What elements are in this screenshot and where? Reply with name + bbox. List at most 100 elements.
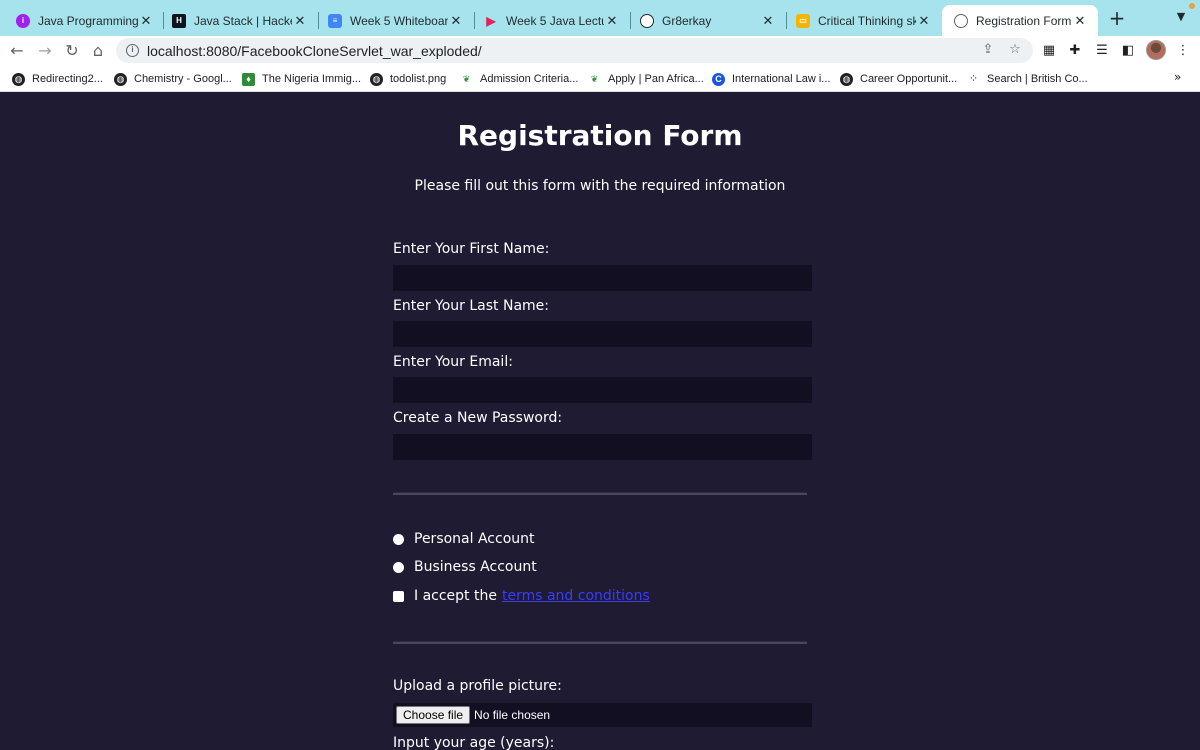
age-label: Input your age (years): xyxy=(393,735,555,750)
bookmark-item[interactable]: ◍ todolist.png xyxy=(370,71,446,87)
terms-row: I accept the terms and conditions xyxy=(393,588,650,604)
close-icon[interactable]: ✕ xyxy=(138,13,154,29)
bookmark-label: todolist.png xyxy=(390,73,447,85)
globe-icon: ◍ xyxy=(370,72,383,86)
bookmark-star-icon[interactable]: ☆ xyxy=(1007,42,1023,58)
extensions-puzzle-icon[interactable]: ✚ xyxy=(1066,42,1084,60)
password-label: Create a New Password: xyxy=(393,410,563,426)
info-icon[interactable]: i xyxy=(126,44,139,57)
bookmark-item[interactable]: ◍ Career Opportunit... xyxy=(840,71,957,87)
browser-toolbar: ← → ↻ ⌂ i localhost:8080/FacebookCloneSe… xyxy=(0,36,1200,65)
divider xyxy=(393,492,807,495)
tab-java-stack[interactable]: H Java Stack | HackerRa ✕ xyxy=(160,5,318,36)
business-account-label: Business Account xyxy=(414,559,537,575)
qr-code-icon[interactable]: ▦ xyxy=(1040,42,1058,60)
close-icon[interactable]: ✕ xyxy=(448,13,464,29)
terms-link[interactable]: terms and conditions xyxy=(502,588,650,604)
tab-gr8erkay[interactable]: Gr8erkay ✕ xyxy=(628,5,786,36)
coat-of-arms-icon: ♦ xyxy=(242,72,255,86)
bookmark-label: Apply | Pan Africa... xyxy=(608,73,704,85)
bookmark-label: Search | British Co... xyxy=(987,73,1088,85)
tab-title: Java Stack | HackerRa xyxy=(194,13,292,28)
bookmark-item[interactable]: ◍ Chemistry - Googl... xyxy=(114,71,232,87)
profile-picture-input[interactable]: Choose file No file chosen xyxy=(393,703,812,727)
close-icon[interactable]: ✕ xyxy=(604,13,620,29)
business-account-radio[interactable] xyxy=(393,561,404,573)
bookmark-label: The Nigeria Immig... xyxy=(262,73,362,85)
tab-whiteboarding[interactable]: ≡ Week 5 Whiteboarding ✕ xyxy=(316,5,474,36)
address-bar[interactable]: i localhost:8080/FacebookCloneServlet_wa… xyxy=(116,38,1033,63)
divider xyxy=(393,641,807,644)
page-title: Registration Form xyxy=(457,119,743,152)
close-icon[interactable]: ✕ xyxy=(1072,13,1088,29)
home-icon[interactable]: ⌂ xyxy=(87,40,109,62)
personal-account-label: Personal Account xyxy=(414,531,535,547)
new-tab-button[interactable]: + xyxy=(1106,8,1128,30)
choose-file-button[interactable]: Choose file xyxy=(396,706,471,724)
bookmark-label: Admission Criteria... xyxy=(480,73,579,85)
share-icon[interactable]: ⇪ xyxy=(980,42,996,58)
account-type-business[interactable]: Business Account xyxy=(393,559,537,575)
tab-registration-form[interactable]: Registration Form ✕ xyxy=(942,5,1098,36)
bookmark-label: Chemistry - Googl... xyxy=(134,73,232,85)
bookmark-item[interactable]: ❦ Apply | Pan Africa... xyxy=(588,71,704,87)
bookmarks-bar: ◍ Redirecting2... ◍ Chemistry - Googl...… xyxy=(0,65,1200,92)
bookmark-item[interactable]: ♦ The Nigeria Immig... xyxy=(242,71,361,87)
github-icon xyxy=(640,13,654,28)
play-icon: ▶ xyxy=(486,13,496,28)
tab-critical-thinking[interactable]: ▭ Critical Thinking skills ✕ xyxy=(784,5,942,36)
bookmark-item[interactable]: C International Law i... xyxy=(712,71,830,87)
bookmark-label: Redirecting2... xyxy=(32,73,103,85)
google-docs-icon: ≡ xyxy=(328,13,342,28)
last-name-label: Enter Your Last Name: xyxy=(393,298,549,314)
leaf-icon: ❦ xyxy=(590,73,599,84)
tab-title: Java Programming Ma xyxy=(38,13,138,28)
close-icon[interactable]: ✕ xyxy=(292,13,308,29)
password-field[interactable] xyxy=(393,434,812,460)
back-icon[interactable]: ← xyxy=(6,40,28,62)
reading-list-icon[interactable]: ☰ xyxy=(1093,42,1111,60)
personal-account-radio[interactable] xyxy=(393,533,404,545)
upload-label: Upload a profile picture: xyxy=(393,678,562,694)
terms-checkbox[interactable] xyxy=(393,590,404,602)
tab-title: Gr8erkay xyxy=(662,13,712,28)
tab-title: Week 5 Java Lecture xyxy=(506,13,604,28)
first-name-field[interactable] xyxy=(393,265,812,291)
bookmark-label: International Law i... xyxy=(732,73,831,85)
tab-title: Critical Thinking skills xyxy=(818,13,916,28)
tab-bar: i Java Programming Ma ✕ H Java Stack | H… xyxy=(0,0,1200,36)
reload-icon[interactable]: ↻ xyxy=(61,40,83,62)
avatar[interactable] xyxy=(1146,40,1166,60)
bookmarks-overflow-icon[interactable]: » xyxy=(1174,70,1181,84)
close-icon[interactable]: ✕ xyxy=(916,13,932,29)
bookmark-item[interactable]: ❦ Admission Criteria... xyxy=(460,71,579,87)
terms-prefix: I accept the xyxy=(414,588,497,604)
first-name-label: Enter Your First Name: xyxy=(393,241,550,257)
tab-java-lecture[interactable]: ▶ Week 5 Java Lecture ✕ xyxy=(472,5,630,36)
close-icon[interactable]: ✕ xyxy=(760,13,776,29)
registration-page: Registration Form Please fill out this f… xyxy=(0,93,1200,750)
recording-indicator xyxy=(1189,3,1195,9)
purple-circle-icon: i xyxy=(16,13,30,28)
tab-title: Week 5 Whiteboarding xyxy=(350,13,448,28)
bookmark-item[interactable]: ◍ Redirecting2... xyxy=(12,71,103,87)
bookmark-item[interactable]: ⁘ Search | British Co... xyxy=(967,71,1088,87)
more-menu-icon[interactable]: ⋮ xyxy=(1174,42,1192,60)
tab-title: Registration Form xyxy=(976,13,1072,28)
globe-icon xyxy=(954,13,968,28)
chevron-down-icon[interactable]: ▼ xyxy=(1172,10,1190,28)
account-type-personal[interactable]: Personal Account xyxy=(393,531,535,547)
last-name-field[interactable] xyxy=(393,321,812,347)
google-slides-icon: ▭ xyxy=(796,13,810,28)
c-logo-icon: C xyxy=(712,72,725,86)
url-text[interactable]: localhost:8080/FacebookCloneServlet_war_… xyxy=(147,43,482,59)
tab-java-programming[interactable]: i Java Programming Ma ✕ xyxy=(4,5,164,36)
side-panel-icon[interactable]: ◧ xyxy=(1119,42,1137,60)
email-field[interactable] xyxy=(393,377,812,403)
leaf-icon: ❦ xyxy=(462,73,471,84)
email-label: Enter Your Email: xyxy=(393,354,513,370)
forward-icon[interactable]: → xyxy=(34,40,56,62)
bookmark-label: Career Opportunit... xyxy=(860,73,958,85)
four-dots-icon: ⁘ xyxy=(968,72,979,85)
globe-icon: ◍ xyxy=(12,72,25,86)
